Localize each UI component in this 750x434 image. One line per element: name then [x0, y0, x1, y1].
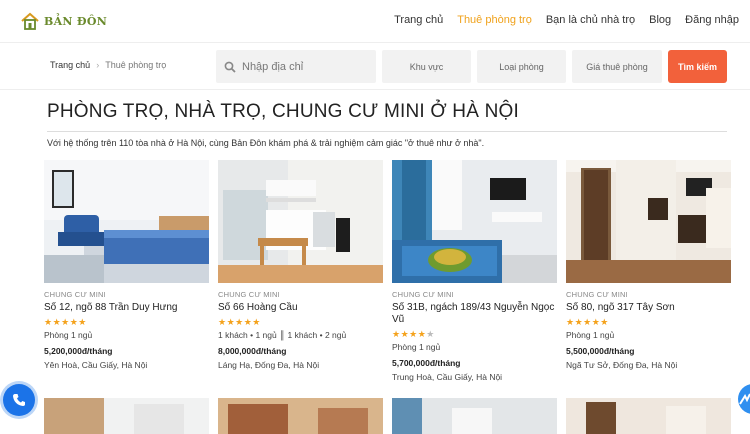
listing-photo-partial[interactable]: [44, 398, 209, 434]
listing-address: Yên Hoà, Cầu Giấy, Hà Nội: [44, 360, 148, 370]
listing-address: Trung Hoà, Cầu Giấy, Hà Nội: [392, 372, 503, 382]
page-title: PHÒNG TRỌ, NHÀ TRỌ, CHUNG CƯ MINI Ở HÀ N…: [47, 101, 519, 122]
star-rating: ★★★★★: [44, 317, 87, 327]
listing-price: 8,000,000đ/tháng: [218, 346, 287, 356]
listing-photo-partial[interactable]: [392, 398, 557, 434]
listing-price: 5,700,000đ/tháng: [392, 358, 461, 368]
price-filter[interactable]: Giá thuê phòng: [572, 50, 662, 83]
nav-landlord[interactable]: Bạn là chủ nhà trọ: [539, 14, 642, 26]
listing-price: 5,500,000đ/tháng: [566, 346, 635, 356]
address-input[interactable]: [242, 60, 362, 73]
star-rating: ★★★★★: [566, 317, 609, 327]
logo[interactable]: BẢN ĐÔN: [20, 10, 107, 32]
call-button[interactable]: [3, 384, 35, 416]
listing-category: CHUNG CƯ MINI: [44, 290, 106, 299]
listing-photo-partial[interactable]: [566, 398, 731, 434]
listing-rooms: Phòng 1 ngủ: [392, 342, 441, 352]
listing-title[interactable]: Số 12, ngõ 88 Trần Duy Hưng: [44, 302, 209, 314]
area-filter[interactable]: Khu vực: [382, 50, 471, 83]
listing-card[interactable]: CHUNG CƯ MINI Số 12, ngõ 88 Trần Duy Hưn…: [44, 160, 209, 370]
listing-category: CHUNG CƯ MINI: [392, 290, 454, 299]
star-rating: ★★★★★: [218, 317, 261, 327]
search-button[interactable]: Tìm kiếm: [668, 50, 727, 83]
listing-address: Ngã Tư Sở, Đống Đa, Hà Nội: [566, 360, 678, 370]
listing-photo[interactable]: [566, 160, 731, 283]
breadcrumb: Trang chủ › Thuê phòng trọ: [50, 60, 166, 70]
house-logo-icon: [21, 12, 39, 30]
nav-rent-room[interactable]: Thuê phòng trọ: [450, 14, 539, 26]
title-divider: [47, 131, 727, 132]
messenger-button[interactable]: [738, 384, 750, 414]
page-intro: Với hệ thống trên 110 tòa nhà ở Hà Nội, …: [47, 138, 485, 148]
search-bar: Trang chủ › Thuê phòng trọ Khu vực Loại …: [0, 42, 750, 90]
listing-title[interactable]: Số 66 Hoàng Cầu: [218, 302, 383, 314]
listing-title[interactable]: Số 31B, ngách 189/43 Nguyễn Ngọc Vũ: [392, 302, 557, 326]
listing-rooms: 1 khách • 1 ngủ ║ 1 khách • 2 ngủ: [218, 330, 347, 340]
listing-title[interactable]: Số 80, ngõ 317 Tây Sơn: [566, 302, 731, 314]
nav-blog[interactable]: Blog: [642, 14, 678, 26]
listing-card[interactable]: CHUNG CƯ MINI Số 80, ngõ 317 Tây Sơn ★★★…: [566, 160, 731, 370]
star-rating: ★★★★★: [392, 329, 435, 339]
listing-price: 5,200,000đ/tháng: [44, 346, 113, 356]
search-icon: [224, 61, 236, 73]
logo-text: BẢN ĐÔN: [44, 14, 108, 28]
listing-address: Láng Hạ, Đống Đa, Hà Nội: [218, 360, 320, 370]
listing-photo-partial[interactable]: [218, 398, 383, 434]
listing-photo[interactable]: [392, 160, 557, 283]
phone-icon: [13, 394, 25, 406]
listing-photo[interactable]: [44, 160, 209, 283]
address-search-box[interactable]: [216, 50, 376, 83]
listing-card[interactable]: CHUNG CƯ MINI Số 66 Hoàng Cầu ★★★★★ 1 kh…: [218, 160, 383, 370]
breadcrumb-current: Thuê phòng trọ: [105, 60, 167, 70]
listing-category: CHUNG CƯ MINI: [218, 290, 280, 299]
nav-home[interactable]: Trang chủ: [387, 14, 450, 26]
nav-login[interactable]: Đăng nhập: [678, 14, 746, 26]
breadcrumb-home[interactable]: Trang chủ: [50, 60, 90, 70]
listing-category: CHUNG CƯ MINI: [566, 290, 628, 299]
breadcrumb-separator-icon: ›: [96, 60, 100, 70]
listing-photo[interactable]: [218, 160, 383, 283]
messenger-icon: [739, 393, 750, 405]
main-nav: Trang chủ Thuê phòng trọ Bạn là chủ nhà …: [387, 14, 746, 26]
room-type-filter[interactable]: Loại phòng: [477, 50, 566, 83]
top-navbar: BẢN ĐÔN Trang chủ Thuê phòng trọ Bạn là …: [0, 0, 750, 42]
listing-rooms: Phòng 1 ngủ: [566, 330, 615, 340]
listing-card[interactable]: CHUNG CƯ MINI Số 31B, ngách 189/43 Nguyễ…: [392, 160, 557, 382]
listing-rooms: Phòng 1 ngủ: [44, 330, 93, 340]
